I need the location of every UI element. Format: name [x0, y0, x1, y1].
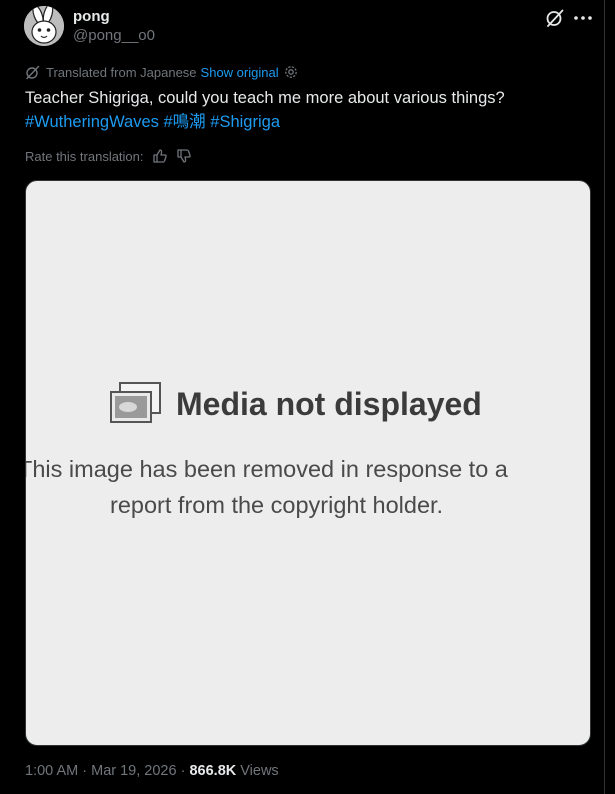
media-title-row: Media not displayed — [110, 381, 482, 427]
hashtag-link[interactable]: #WutheringWaves — [25, 113, 159, 131]
translate-icon — [26, 65, 40, 79]
rabbit-avatar-icon — [24, 6, 64, 46]
tweet-header: pong @pong__o0 — [24, 6, 599, 46]
tweet-meta: 1:00 AM · Mar 19, 2026 · 866.8K Views — [25, 763, 279, 779]
media-title: Media not displayed — [176, 385, 482, 422]
grok-icon — [546, 9, 564, 27]
show-original-link[interactable]: Show original — [201, 65, 279, 80]
media-description-line: report from the copyright holder. — [110, 492, 444, 518]
avatar[interactable] — [24, 6, 64, 46]
tweet-time[interactable]: 1:00 AM — [25, 763, 78, 779]
views-count: 866.8K — [189, 763, 237, 779]
translated-label: Translated from Japanese — [46, 64, 197, 80]
photo-stack-icon — [110, 382, 161, 423]
tweet-date[interactable]: Mar 19, 2026 — [91, 763, 176, 779]
media-description: This image has been removed in response … — [25, 451, 590, 523]
hashtag-link[interactable]: #鳴潮 — [164, 113, 206, 131]
media-placeholder[interactable]: Media not displayed This image has been … — [25, 180, 591, 746]
more-button[interactable] — [572, 8, 594, 28]
tweet-detail: pong @pong__o0 Translated from Japanese … — [0, 0, 605, 794]
rate-label: Rate this translation: — [25, 148, 144, 164]
display-name[interactable]: pong — [73, 8, 110, 25]
thumbs-down-icon[interactable] — [176, 148, 192, 164]
tweet-text: Teacher Shigriga, could you teach me mor… — [25, 86, 585, 134]
meta-separator: · — [180, 763, 186, 779]
tweet-body: Teacher Shigriga, could you teach me mor… — [25, 89, 505, 107]
hashtag-list: #WutheringWaves #鳴潮 #Shigriga — [25, 110, 585, 134]
rate-translation: Rate this translation: — [25, 147, 192, 165]
views-label: Views — [240, 763, 279, 779]
meta-separator: · — [82, 763, 88, 779]
hashtag-link[interactable]: #Shigriga — [210, 113, 280, 131]
thumbs-up-icon[interactable] — [152, 148, 168, 164]
more-icon — [574, 16, 592, 20]
gear-icon[interactable] — [284, 65, 298, 79]
translation-notice: Translated from Japanese Show original — [25, 63, 298, 81]
grok-button[interactable] — [545, 8, 565, 28]
user-handle[interactable]: @pong__o0 — [73, 27, 155, 44]
media-description-line: This image has been removed in response … — [25, 456, 508, 482]
